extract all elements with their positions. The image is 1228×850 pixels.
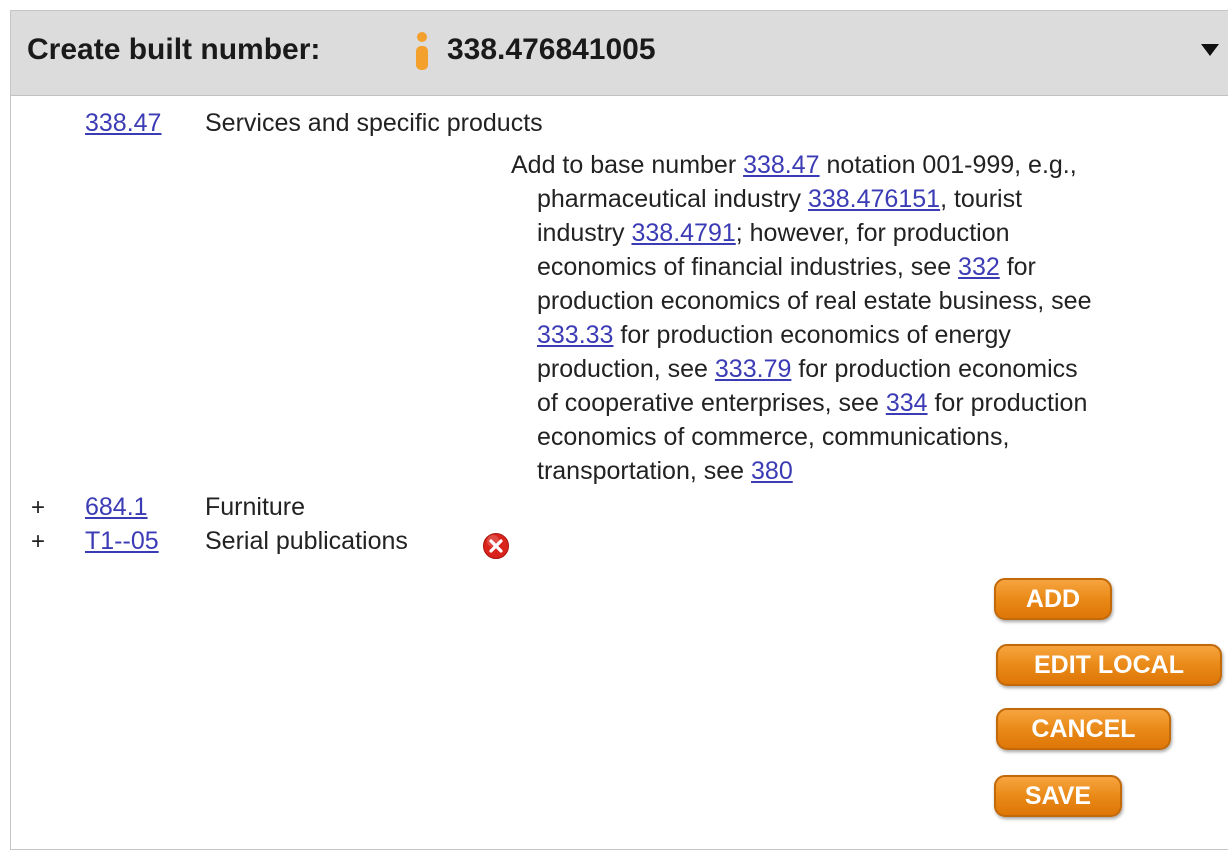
- add-button[interactable]: ADD: [994, 578, 1112, 620]
- notation-link[interactable]: 338.47: [85, 106, 161, 140]
- note-link[interactable]: 334: [886, 389, 928, 417]
- entry-caption: Serial publications: [205, 527, 408, 555]
- note-line: industry 338.4791; however, for producti…: [537, 219, 1010, 247]
- list-item: 338.47 Services and specific products: [11, 96, 1228, 137]
- note-link[interactable]: 380: [751, 457, 793, 485]
- cancel-button[interactable]: CANCEL: [996, 708, 1171, 750]
- note-line: Add to base number 338.47 notation 001-9…: [511, 151, 1077, 179]
- list-item: + 684.1 Furniture: [11, 490, 1228, 526]
- note-line: transportation, see 380: [537, 457, 793, 485]
- note-line: of cooperative enterprises, see 334 for …: [537, 389, 1088, 417]
- built-number-panel: Create built number: 338.476841005 338.4…: [10, 10, 1228, 850]
- person-icon: [416, 32, 428, 70]
- panel-header: Create built number: 338.476841005: [11, 11, 1228, 96]
- save-button[interactable]: SAVE: [994, 775, 1122, 817]
- note-link[interactable]: 333.33: [537, 321, 613, 349]
- note-line: production economics of real estate busi…: [537, 287, 1092, 315]
- note-link[interactable]: 338.4791: [631, 219, 735, 247]
- note-link[interactable]: 338.47: [743, 151, 819, 179]
- triangle-down-icon[interactable]: [1199, 41, 1221, 59]
- note-line: 333.33 for production economics of energ…: [537, 321, 1011, 349]
- note-link[interactable]: 338.476151: [808, 185, 940, 213]
- built-number-value: 338.476841005: [447, 33, 656, 66]
- note-line: economics of commerce, communications,: [537, 423, 1010, 451]
- note-line: production, see 333.79 for production ec…: [537, 355, 1078, 383]
- add-instruction-note: Add to base number 338.47 notation 001-9…: [511, 148, 1228, 488]
- notation-link[interactable]: 684.1: [85, 490, 148, 524]
- note-line: economics of financial industries, see 3…: [537, 253, 1036, 281]
- remove-icon[interactable]: [482, 532, 510, 560]
- note-line: pharmaceutical industry 338.476151, tour…: [537, 185, 1023, 213]
- expand-toggle[interactable]: +: [31, 491, 45, 525]
- notation-link[interactable]: T1--05: [85, 524, 159, 558]
- list-item: + T1--05 Serial publications: [11, 524, 1228, 560]
- entry-caption: Services and specific products: [205, 109, 543, 137]
- note-link[interactable]: 332: [958, 253, 1000, 281]
- note-link[interactable]: 333.79: [715, 355, 791, 383]
- entry-caption: Furniture: [205, 493, 306, 521]
- edit-local-button[interactable]: EDIT LOCAL: [996, 644, 1222, 686]
- header-title: Create built number:: [27, 33, 321, 66]
- expand-toggle[interactable]: +: [31, 525, 45, 559]
